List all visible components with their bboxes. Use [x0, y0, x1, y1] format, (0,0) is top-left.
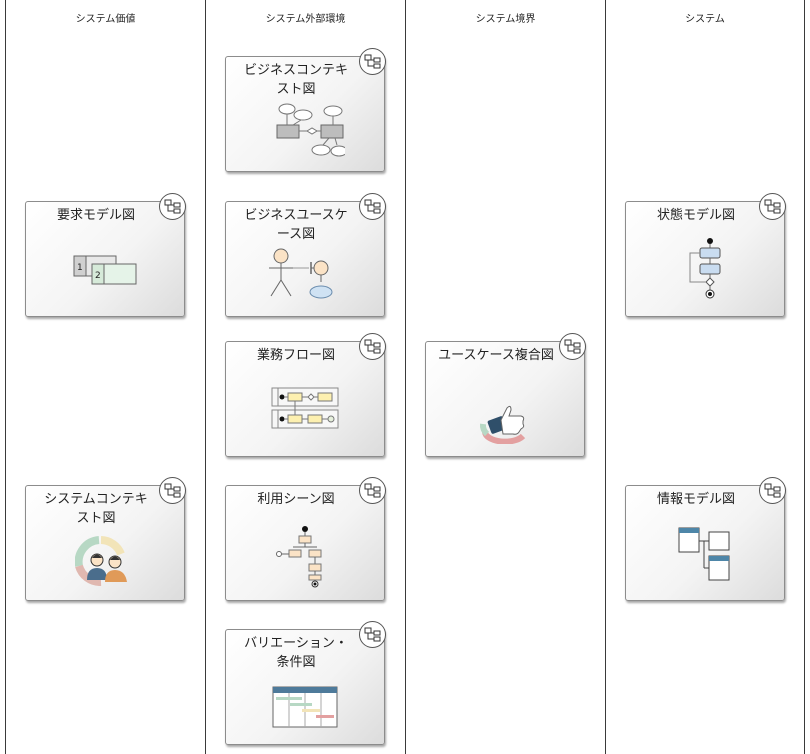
lane-title: システム境界: [475, 14, 536, 25]
lane-system: システム: [605, 0, 805, 754]
usecase-composite-icon: [426, 402, 584, 444]
card-label: 状態モデル図: [656, 208, 735, 223]
diagram-link-icon[interactable]: [359, 193, 386, 220]
diagram-link-icon[interactable]: [359, 477, 386, 504]
card-label: ビジネスユースケース図: [244, 208, 348, 242]
diagram-link-icon[interactable]: [359, 333, 386, 360]
lane-title: システム: [685, 14, 725, 25]
card-label: 利用シーン図: [257, 492, 335, 507]
requirement-model-icon: 1 2: [26, 252, 184, 288]
variation-condition-icon: [226, 686, 384, 728]
system-context-diagram-card[interactable]: システムコンテキスト図: [25, 477, 186, 601]
information-model-icon: [626, 526, 784, 584]
variation-condition-diagram-card[interactable]: バリエーション・条件図: [225, 621, 386, 745]
diagram-link-icon[interactable]: [359, 621, 386, 648]
lane-title: システム価値: [75, 14, 136, 25]
business-usecase-diagram-card[interactable]: ビジネスユースケース図: [225, 193, 386, 317]
business-usecase-icon: [226, 246, 384, 302]
requirement-model-diagram-card[interactable]: 要求モデル図 1 2: [25, 193, 186, 317]
state-model-icon: [626, 236, 784, 302]
card-label: 情報モデル図: [656, 492, 735, 507]
card-label: 業務フロー図: [256, 348, 335, 363]
diagram-link-icon[interactable]: [359, 48, 386, 75]
business-context-icon: [226, 101, 384, 161]
svg-text:1: 1: [77, 263, 83, 273]
usage-scene-diagram-card[interactable]: 利用シーン図: [225, 477, 386, 601]
state-model-diagram-card[interactable]: 状態モデル図: [625, 193, 786, 317]
business-flow-icon: [226, 386, 384, 434]
business-context-diagram-card[interactable]: ビジネスコンテキスト図: [225, 48, 386, 172]
diagram-link-icon[interactable]: [159, 193, 186, 220]
usecase-composite-diagram-card[interactable]: ユースケース複合図: [425, 333, 586, 457]
business-flow-diagram-card[interactable]: 業務フロー図: [225, 333, 386, 457]
diagram-link-icon[interactable]: [159, 477, 186, 504]
card-label: ビジネスコンテキスト図: [243, 63, 348, 97]
card-label: 要求モデル図: [56, 208, 135, 223]
lane-system-value: システム価値: [5, 0, 205, 754]
card-label: バリエーション・条件図: [244, 636, 348, 670]
usage-scene-icon: [226, 524, 384, 588]
diagram-link-icon[interactable]: [759, 477, 786, 504]
diagram-link-icon[interactable]: [559, 333, 586, 360]
svg-text:2: 2: [95, 271, 101, 281]
system-context-icon: [26, 536, 184, 586]
lane-title: システム外部環境: [265, 14, 346, 25]
diagram-link-icon[interactable]: [759, 193, 786, 220]
card-label: システムコンテキスト図: [44, 492, 148, 526]
information-model-diagram-card[interactable]: 情報モデル図: [625, 477, 786, 601]
card-label: ユースケース複合図: [438, 348, 554, 363]
